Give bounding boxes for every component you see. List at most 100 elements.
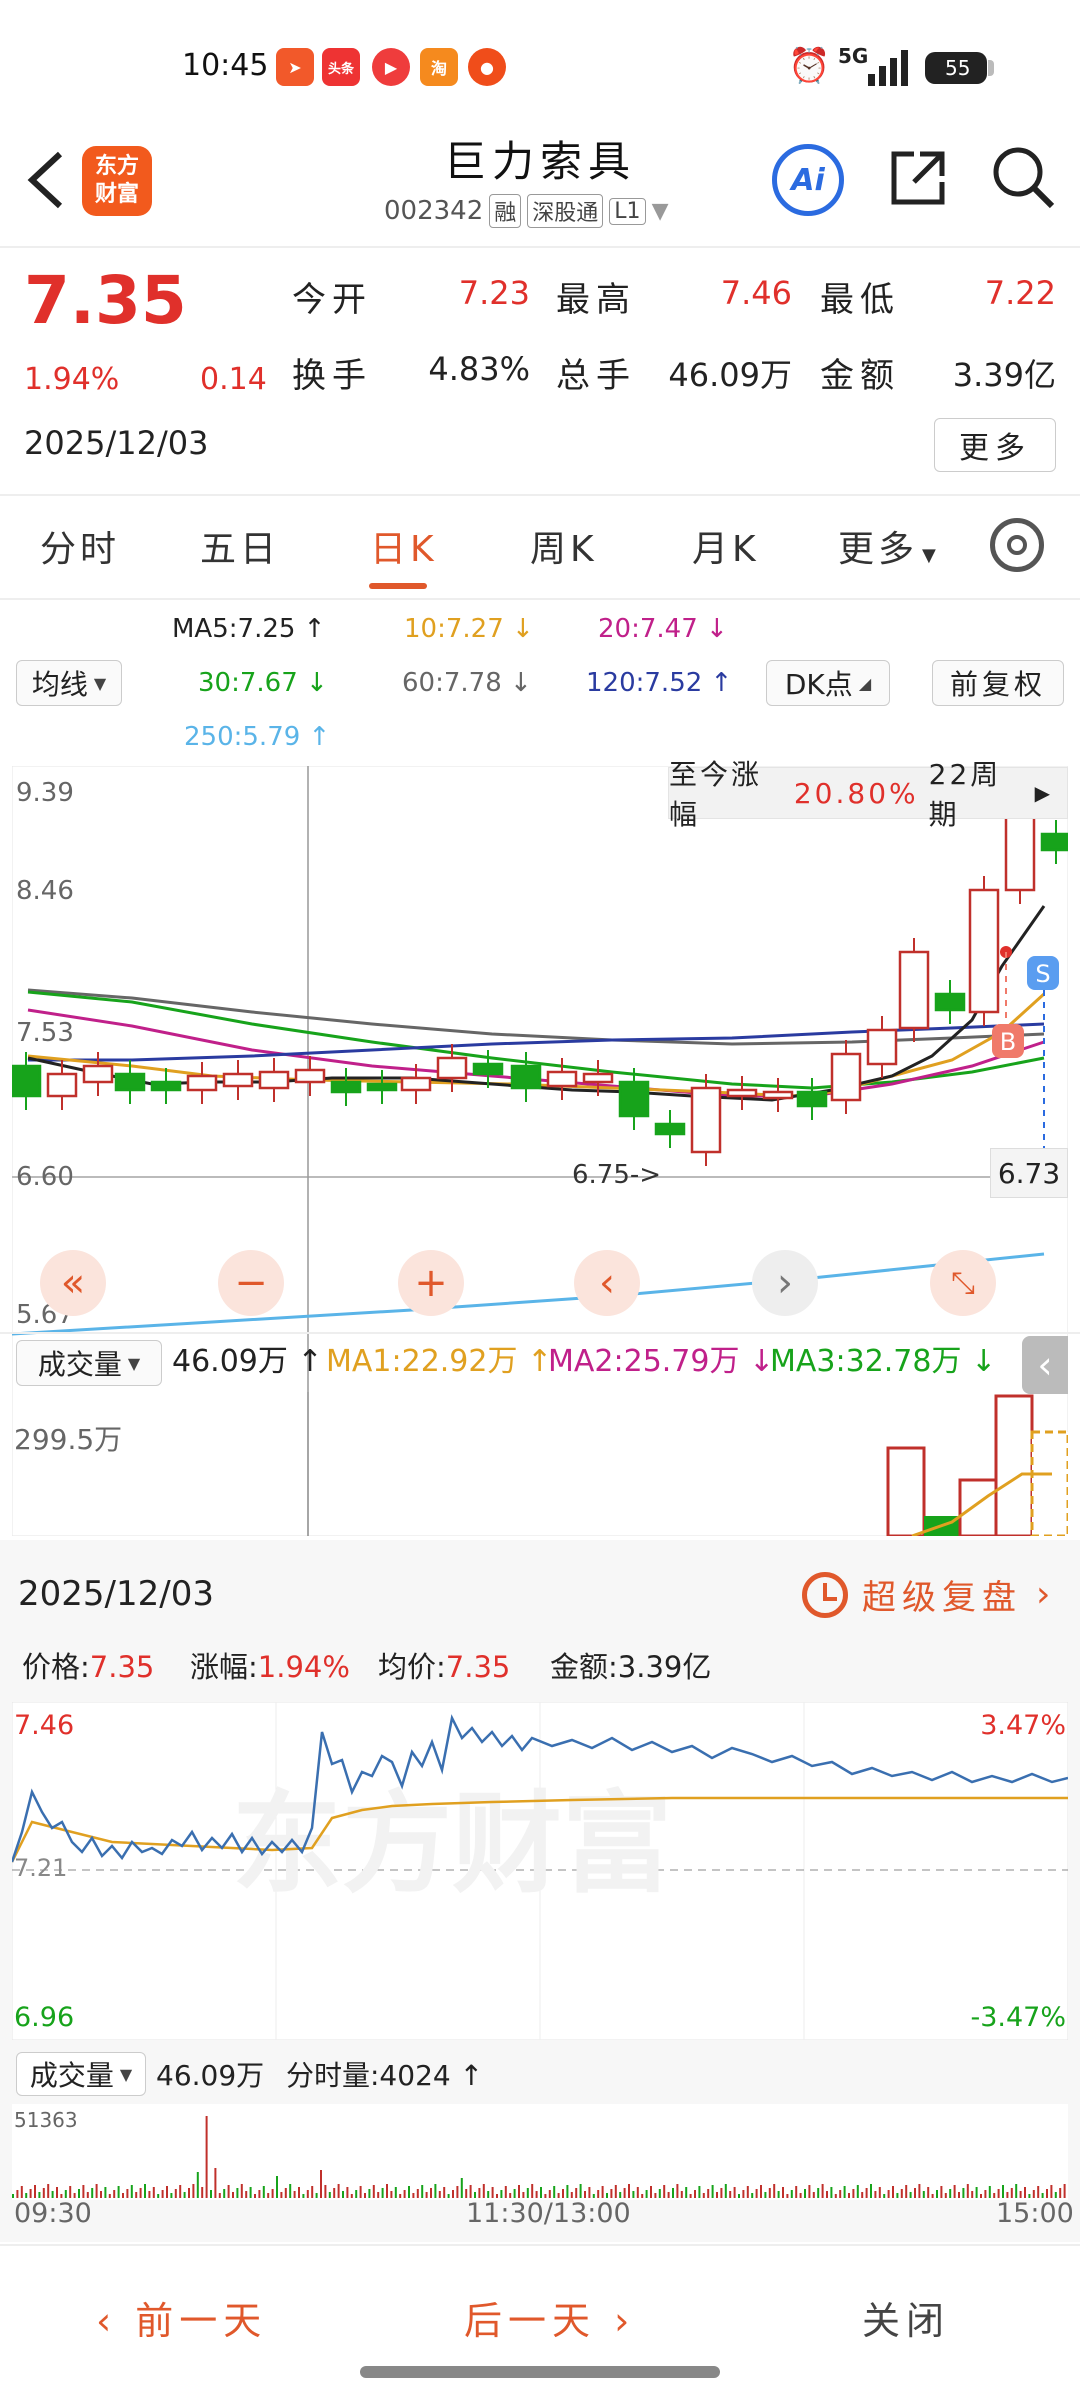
expand-icon[interactable]: ⤡ bbox=[930, 1250, 996, 1316]
volume-bar bbox=[350, 2194, 353, 2198]
tag-level: L1 bbox=[609, 197, 646, 225]
zoom-in-icon[interactable]: + bbox=[398, 1250, 464, 1316]
volume-bar bbox=[900, 2189, 903, 2198]
volume-bar bbox=[223, 2189, 226, 2198]
volume-bar bbox=[808, 2185, 811, 2198]
volume-bar bbox=[667, 2192, 670, 2198]
ma-selector[interactable]: 均线 ▼ bbox=[16, 660, 122, 706]
tab-more[interactable]: 更多 ▼ bbox=[838, 520, 940, 572]
volume-bar bbox=[148, 2191, 151, 2198]
volume-bar bbox=[636, 2187, 639, 2198]
low-price-marker: 6.75-> bbox=[572, 1160, 662, 1190]
ma120-value: 120:7.52 ↑ bbox=[586, 668, 733, 698]
volume-bar bbox=[135, 2192, 138, 2198]
prev-day-button[interactable]: ‹ 前一天 bbox=[96, 2290, 267, 2345]
volume-ma1: MA1:22.92万 ↑ bbox=[326, 1344, 553, 1379]
gain-summary[interactable]: 至今涨幅 20.80% 22周期 ▶ bbox=[668, 758, 1068, 831]
super-replay-button[interactable]: 超级复盘 › bbox=[802, 1570, 1056, 1619]
volume-bar bbox=[1037, 2186, 1040, 2198]
intraday-volume-max: 51363 bbox=[14, 2108, 78, 2132]
volume-bar bbox=[113, 2190, 116, 2198]
volume-bar bbox=[575, 2188, 578, 2198]
volume-bar bbox=[267, 2193, 270, 2198]
volume-bar bbox=[64, 2190, 67, 2198]
volume-bar bbox=[342, 2191, 344, 2198]
ai-button[interactable]: Ai bbox=[772, 144, 844, 216]
dk-point-button[interactable]: DK点 ◢ bbox=[766, 660, 890, 706]
chevron-left-icon[interactable]: ‹ bbox=[1022, 1336, 1068, 1394]
volume-bar bbox=[676, 2184, 679, 2198]
info-average: 均价:7.35 bbox=[378, 1650, 511, 1684]
volume-bar bbox=[698, 2186, 701, 2198]
volume-bar bbox=[782, 2187, 784, 2198]
volume-bar bbox=[438, 2191, 441, 2198]
chevron-left-icon[interactable]: ‹ bbox=[574, 1250, 640, 1316]
feishu-icon: ➤ bbox=[276, 48, 314, 86]
volume-bar bbox=[689, 2194, 692, 2198]
volume-bar bbox=[144, 2184, 146, 2198]
volume-bar bbox=[632, 2191, 635, 2198]
zoom-out-icon[interactable]: − bbox=[218, 1250, 284, 1316]
volume-bar bbox=[188, 2188, 190, 2198]
chevron-right-icon[interactable]: › bbox=[752, 1250, 818, 1316]
chevron-down-icon[interactable]: ▼ bbox=[652, 199, 669, 224]
intraday-chart: 东方财富 bbox=[12, 1702, 1068, 2040]
volume-bar bbox=[953, 2185, 956, 2198]
gear-icon[interactable] bbox=[990, 518, 1044, 572]
next-day-button[interactable]: 后一天 › bbox=[464, 2290, 635, 2345]
tab-monthly-k[interactable]: 月K bbox=[692, 520, 760, 572]
volume-bar bbox=[218, 2193, 221, 2198]
volume-bar bbox=[161, 2190, 164, 2198]
candle bbox=[294, 1068, 326, 1084]
volume-bar bbox=[166, 2186, 168, 2198]
share-icon[interactable] bbox=[886, 146, 950, 210]
tab-weekly-k[interactable]: 周K bbox=[530, 520, 598, 572]
home-indicator[interactable] bbox=[360, 2366, 720, 2378]
candle bbox=[582, 1072, 614, 1084]
intraday-pct-bottom: -3.47% bbox=[970, 2002, 1066, 2033]
volume-bar bbox=[337, 2184, 340, 2198]
volume-bar bbox=[878, 2187, 881, 2198]
volume-bar bbox=[126, 2189, 129, 2198]
volume-bar bbox=[795, 2186, 798, 2198]
time-label-noon: 11:30/13:00 bbox=[466, 2198, 631, 2229]
volume-bar bbox=[20, 2186, 23, 2198]
volume-selector[interactable]: 成交量 ▼ bbox=[16, 1340, 162, 1386]
volume-bar bbox=[1002, 2185, 1004, 2198]
volume-bar bbox=[460, 2178, 463, 2198]
y-axis-label: 7.53 bbox=[16, 1018, 74, 1048]
volume-bar bbox=[456, 2186, 459, 2198]
volume-bar bbox=[966, 2184, 969, 2198]
tab-intraday[interactable]: 分时 bbox=[40, 520, 120, 572]
volume-bar bbox=[940, 2186, 943, 2198]
volume-bar bbox=[874, 2191, 877, 2198]
adjust-button[interactable]: 前复权 bbox=[932, 660, 1064, 706]
volume-bar bbox=[368, 2189, 371, 2198]
volume-bar bbox=[944, 2193, 947, 2198]
tab-five-day[interactable]: 五日 bbox=[200, 520, 280, 572]
volume-bar bbox=[1010, 2188, 1013, 2198]
search-icon[interactable] bbox=[990, 144, 1056, 210]
volume-bar bbox=[56, 2187, 58, 2198]
tab-daily-k[interactable]: 日K bbox=[370, 520, 438, 572]
volume-bar bbox=[262, 2186, 265, 2198]
volume-bar bbox=[315, 2193, 318, 2198]
ma5-value: MA5:7.25 ↑ bbox=[172, 614, 326, 644]
more-button[interactable]: 更多 bbox=[934, 418, 1056, 472]
candle bbox=[934, 992, 966, 1012]
volume-bar bbox=[47, 2184, 50, 2198]
volume-bar bbox=[205, 2116, 208, 2198]
rewind-icon[interactable]: « bbox=[40, 1250, 106, 1316]
intraday-volume-selector[interactable]: 成交量 ▼ bbox=[16, 2052, 146, 2096]
close-button[interactable]: 关闭 bbox=[862, 2290, 950, 2345]
volume-bar bbox=[377, 2192, 380, 2198]
volume-bar bbox=[610, 2189, 613, 2198]
volume-bar bbox=[993, 2193, 996, 2198]
volume-bar bbox=[82, 2185, 85, 2198]
volume-bar bbox=[733, 2187, 736, 2198]
change-percent: 1.94% bbox=[24, 362, 120, 397]
volume-bar bbox=[746, 2186, 749, 2198]
chevron-right-icon: › bbox=[1036, 1574, 1057, 1615]
volume-bar bbox=[214, 2168, 217, 2198]
volume-bar bbox=[364, 2193, 366, 2198]
